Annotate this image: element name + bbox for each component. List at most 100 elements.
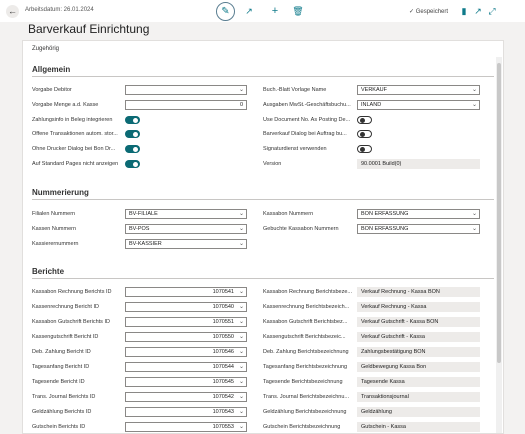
toggle-knob bbox=[133, 146, 138, 152]
auf-standard-label: Auf Standard Pages nicht anzeigen bbox=[32, 161, 119, 167]
use-document-toggle[interactable] bbox=[357, 116, 372, 124]
chevron-down-icon[interactable]: ⌄ bbox=[239, 225, 244, 233]
delete-icon[interactable]: 🗑 bbox=[292, 4, 304, 19]
bericht-left-value: 1070542 bbox=[212, 394, 234, 400]
chevron-down-icon[interactable]: ⌄ bbox=[472, 86, 477, 94]
bericht-left-input[interactable]: 1070540 ⌄ bbox=[125, 302, 247, 312]
bericht-right-value: Tagesende Kassa bbox=[357, 377, 480, 387]
section-nummerierung-title[interactable]: Nummerierung bbox=[32, 188, 89, 197]
chevron-down-icon[interactable]: ⌄ bbox=[239, 86, 244, 94]
use-document-label: Use Document No. As Posting De... bbox=[263, 117, 351, 123]
gebuchte-kassabon-value: BON ERFASSUNG bbox=[361, 226, 409, 232]
chevron-down-icon[interactable]: ⌄ bbox=[239, 378, 244, 386]
version-value: 90.0001 Build(0) bbox=[357, 159, 480, 169]
bericht-right-value: Transaktionsjournal bbox=[357, 392, 480, 402]
chevron-down-icon[interactable]: ⌄ bbox=[239, 348, 244, 356]
bericht-right-value: Verkauf Gutschrift - Kassa bbox=[357, 332, 480, 342]
bericht-left-value: 1070544 bbox=[212, 364, 234, 370]
chevron-down-icon[interactable]: ⌄ bbox=[472, 210, 477, 218]
filialen-nummern-value: BV-FILIALE bbox=[129, 211, 158, 217]
buch-blatt-label: Buch.-Blatt Vorlage Name bbox=[263, 87, 327, 93]
bericht-left-label: Kassabon Rechnung Berichts ID bbox=[32, 289, 112, 295]
chevron-down-icon[interactable]: ⌄ bbox=[239, 408, 244, 416]
bericht-left-input[interactable]: 1070545 ⌄ bbox=[125, 377, 247, 387]
buch-blatt-input[interactable]: VERKAUF ⌄ bbox=[357, 85, 480, 95]
back-arrow-icon[interactable]: ← bbox=[6, 5, 19, 18]
vorgabe-debitor-input[interactable]: ⌄ bbox=[125, 85, 247, 95]
scrollbar[interactable] bbox=[496, 57, 502, 433]
section-allgemein-title[interactable]: Allgemein bbox=[32, 65, 70, 74]
open-new-window-icon[interactable]: ↗ bbox=[473, 4, 483, 19]
saved-label: Gespeichert bbox=[415, 9, 449, 15]
bericht-left-input[interactable]: 1070546 ⌄ bbox=[125, 347, 247, 357]
kassabon-nummern-input[interactable]: BON ERFASSUNG ⌄ bbox=[357, 209, 480, 219]
toggle-knob bbox=[133, 161, 138, 167]
bericht-left-input[interactable]: 1070550 ⌄ bbox=[125, 332, 247, 342]
scrollbar-thumb[interactable] bbox=[497, 63, 501, 363]
bericht-right-value: Verkauf Rechnung - Kassa bbox=[357, 302, 480, 312]
chevron-down-icon[interactable]: ⌄ bbox=[239, 393, 244, 401]
bericht-left-value: 1070541 bbox=[212, 289, 234, 295]
check-icon: ✓ bbox=[409, 9, 415, 15]
kassen-nummern-input[interactable]: BV-POS ⌄ bbox=[125, 224, 247, 234]
bericht-left-input[interactable]: 1070543 ⌄ bbox=[125, 407, 247, 417]
zahlungsinfo-toggle[interactable] bbox=[125, 116, 140, 124]
bookmark-icon[interactable]: ▮ bbox=[459, 4, 469, 19]
kassierernummern-input[interactable]: BV-KASSIER ⌄ bbox=[125, 239, 247, 249]
chevron-down-icon[interactable]: ⌄ bbox=[239, 318, 244, 326]
bericht-left-value: 1070550 bbox=[212, 334, 234, 340]
section-berichte-title[interactable]: Berichte bbox=[32, 267, 64, 276]
bericht-left-input[interactable]: 1070544 ⌄ bbox=[125, 362, 247, 372]
filialen-nummern-input[interactable]: BV-FILIALE ⌄ bbox=[125, 209, 247, 219]
bericht-right-label: Deb. Zahlung Berichtsbezeichnung bbox=[263, 349, 349, 355]
chevron-down-icon[interactable]: ⌄ bbox=[239, 288, 244, 296]
bericht-right-label: Kassabon Gutschrift Berichtsbez... bbox=[263, 319, 348, 325]
tab-related[interactable]: Zugehörig bbox=[32, 46, 59, 52]
barverkauf-dialog-label: Barverkauf Dialog bei Auftrag bu... bbox=[263, 131, 347, 137]
bericht-left-input[interactable]: 1070553 ⌄ bbox=[125, 422, 247, 432]
add-icon[interactable]: + bbox=[269, 4, 281, 19]
chevron-down-icon[interactable]: ⌄ bbox=[239, 210, 244, 218]
auf-standard-toggle[interactable] bbox=[125, 160, 140, 168]
offene-transaktionen-label: Offene Transaktionen autom. stor... bbox=[32, 131, 118, 137]
ohne-drucker-toggle[interactable] bbox=[125, 145, 140, 153]
kassen-nummern-label: Kassen Nummern bbox=[32, 226, 77, 232]
bericht-left-label: Geldzählung Berichts ID bbox=[32, 409, 92, 415]
section-divider bbox=[32, 199, 494, 200]
share-icon[interactable]: ↗ bbox=[243, 4, 255, 19]
expand-icon[interactable]: ⤢ bbox=[487, 4, 497, 19]
bericht-right-value: Gutschein - Kassa bbox=[357, 422, 480, 432]
bericht-left-label: Trans. Journal Berichts ID bbox=[32, 394, 96, 400]
saved-status: ✓ Gespeichert bbox=[409, 8, 448, 15]
edit-pencil-icon[interactable]: ✎ bbox=[216, 2, 235, 21]
bericht-left-value: 1070545 bbox=[212, 379, 234, 385]
vorgabe-menge-label: Vorgabe Menge a.d. Kasse bbox=[32, 102, 99, 108]
offene-transaktionen-toggle[interactable] bbox=[125, 130, 140, 138]
bericht-left-input[interactable]: 1070542 ⌄ bbox=[125, 392, 247, 402]
chevron-down-icon[interactable]: ⌄ bbox=[239, 303, 244, 311]
chevron-down-icon[interactable]: ⌄ bbox=[239, 240, 244, 248]
chevron-down-icon[interactable]: ⌄ bbox=[239, 333, 244, 341]
bericht-left-input[interactable]: 1070541 ⌄ bbox=[125, 287, 247, 297]
section-divider bbox=[32, 76, 494, 77]
chevron-down-icon[interactable]: ⌄ bbox=[239, 363, 244, 371]
bericht-right-value: Geldbewegung Kassa Bon bbox=[357, 362, 480, 372]
bericht-left-label: Kassenrechnung Bericht ID bbox=[32, 304, 99, 310]
vorgabe-menge-input[interactable]: 0 bbox=[125, 100, 247, 110]
bericht-left-label: Kassabon Gutschrift Berichts ID bbox=[32, 319, 110, 325]
chevron-down-icon[interactable]: ⌄ bbox=[239, 423, 244, 431]
ausgaben-mwst-input[interactable]: INLAND ⌄ bbox=[357, 100, 480, 110]
chevron-down-icon[interactable]: ⌄ bbox=[472, 225, 477, 233]
bericht-left-value: 1070546 bbox=[212, 349, 234, 355]
bericht-left-input[interactable]: 1070551 ⌄ bbox=[125, 317, 247, 327]
filialen-nummern-label: Filialen Nummern bbox=[32, 211, 76, 217]
gebuchte-kassabon-input[interactable]: BON ERFASSUNG ⌄ bbox=[357, 224, 480, 234]
bericht-right-value: Geldzählung bbox=[357, 407, 480, 417]
chevron-down-icon[interactable]: ⌄ bbox=[472, 101, 477, 109]
barverkauf-dialog-toggle[interactable] bbox=[357, 130, 372, 138]
signaturdienst-toggle[interactable] bbox=[357, 145, 372, 153]
bericht-right-label: Kassenrechnung Berichtsbezeich... bbox=[263, 304, 350, 310]
bericht-right-label: Gutschein Berichtsbezeichnung bbox=[263, 424, 341, 430]
bericht-right-value: Zahlungsbestätigung BON bbox=[357, 347, 480, 357]
ausgaben-mwst-value: INLAND bbox=[361, 102, 382, 108]
